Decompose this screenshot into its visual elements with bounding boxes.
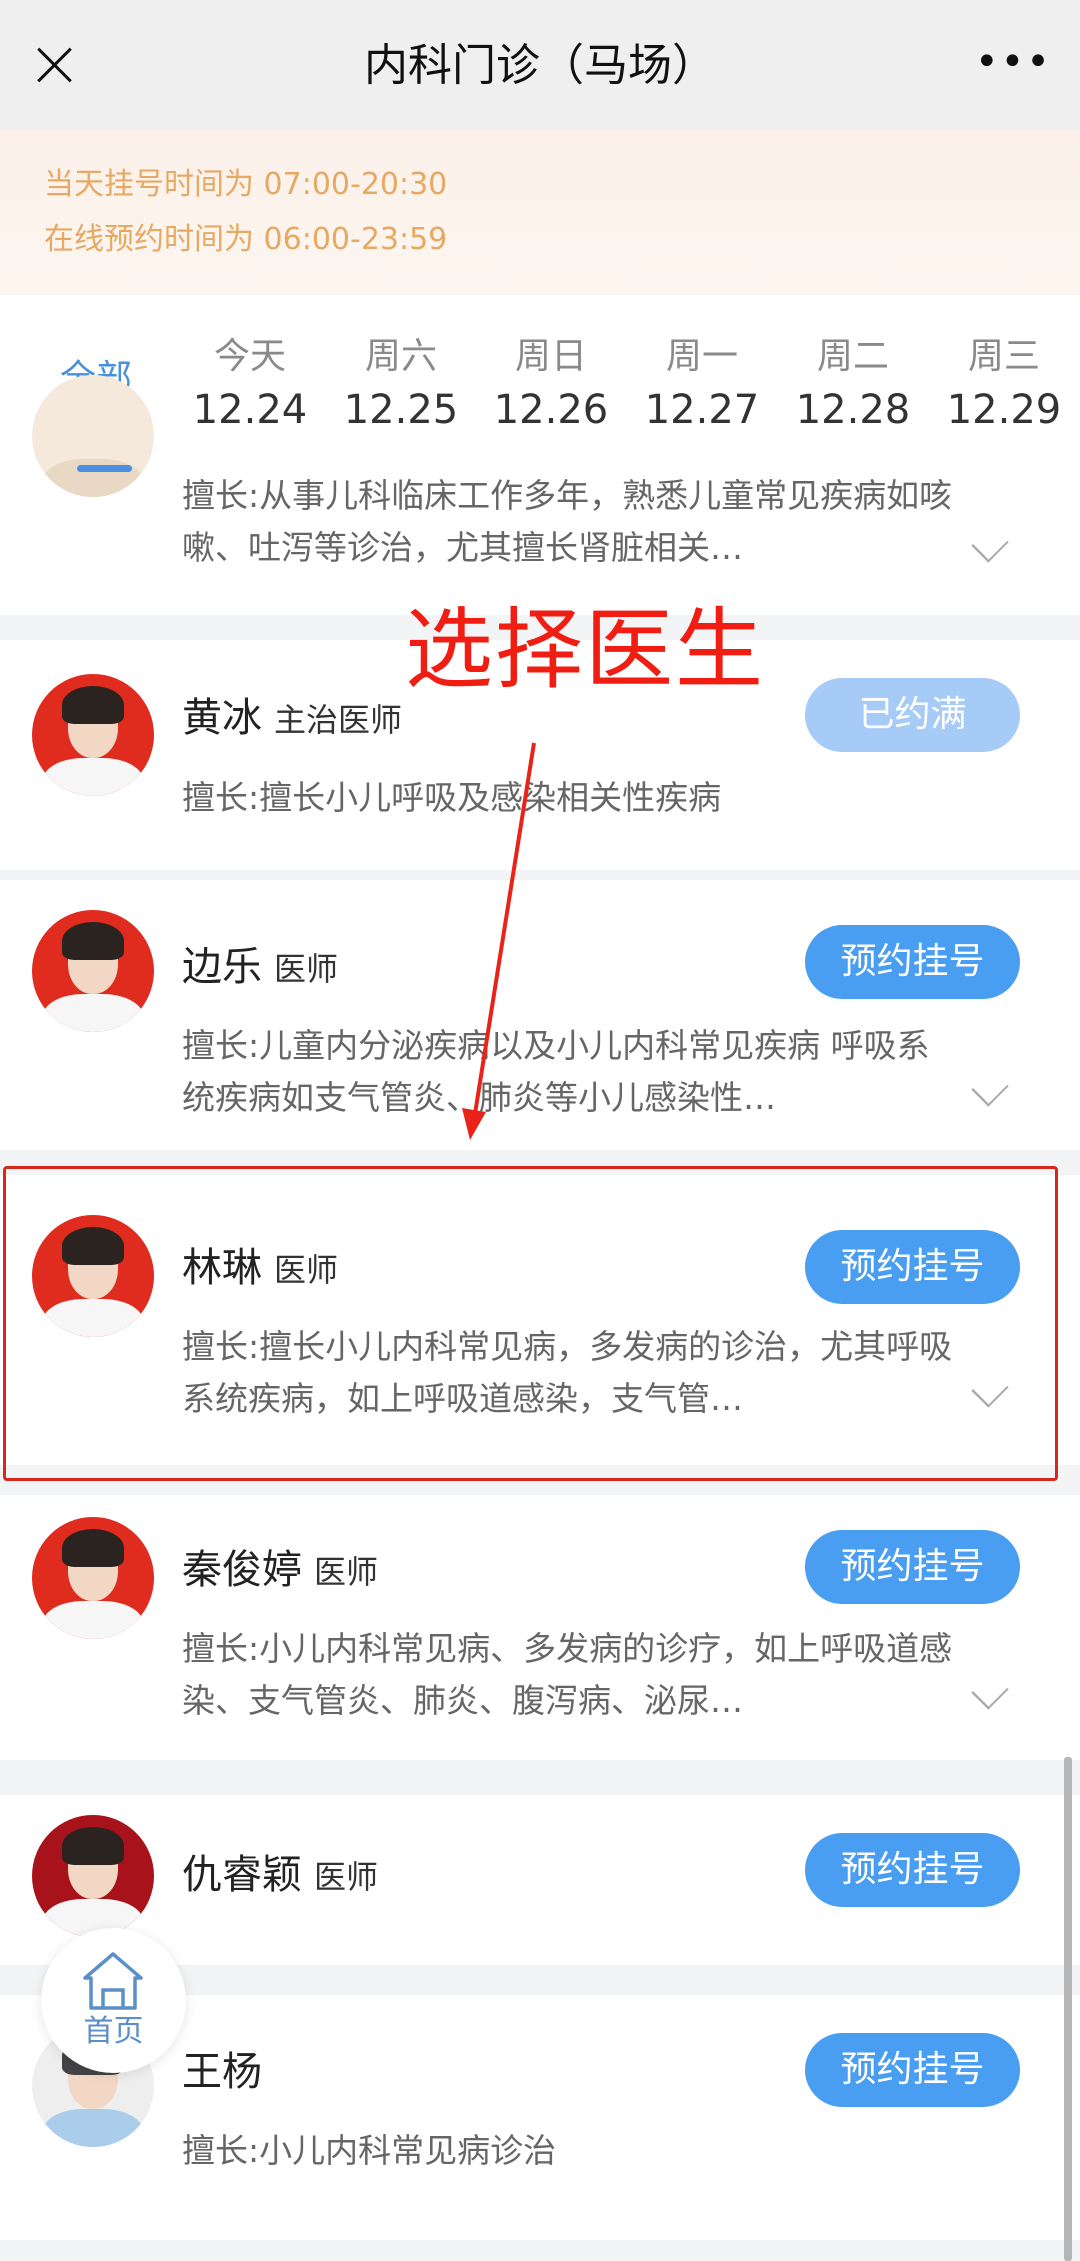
avatar (32, 674, 154, 796)
book-appointment-button[interactable]: 预约挂号 (805, 1530, 1020, 1604)
home-label: 首页 (83, 2014, 144, 2049)
doctor-name: 仇睿颖 医师 (182, 1850, 378, 1902)
tab-day[interactable]: 今天 12.24 (175, 295, 325, 435)
tab-weekday: 周一 (665, 336, 738, 377)
chevron-down-icon[interactable] (971, 1069, 1009, 1107)
doctor-specialty: 擅长:从事儿科临床工作多年，熟悉儿童常见疾病如咳嗽、吐泻等诊治，尤其擅长肾脏相关… (182, 476, 953, 567)
doctor-card[interactable]: 边乐 医师 擅长:儿童内分泌疾病以及小儿内科常见疾病 呼吸系统疾病如支气管炎、肺炎… (0, 880, 1080, 1150)
book-appointment-button[interactable]: 预约挂号 (805, 925, 1020, 999)
doctor-name-text: 秦俊婷 (182, 1547, 302, 1593)
doctor-specialty: 擅长:小儿内科常见病诊治 (182, 2131, 557, 2170)
active-tab-indicator (77, 465, 132, 472)
doctor-name-text: 王杨 (182, 2049, 262, 2095)
tab-date: 12.28 (795, 387, 911, 433)
avatar (32, 1815, 154, 1937)
doctor-name: 秦俊婷 医师 (182, 1545, 378, 1597)
tab-date: 12.26 (493, 387, 609, 433)
scrollbar[interactable] (1064, 1757, 1072, 2261)
doctor-name-text: 黄冰 (182, 695, 262, 741)
doctor-name: 王杨 (182, 2047, 262, 2097)
tab-day[interactable]: 周六 12.25 (326, 295, 476, 435)
tab-date: 12.24 (192, 387, 308, 433)
home-button[interactable]: 首页 (41, 1928, 186, 2073)
chevron-down-icon[interactable] (971, 525, 1009, 563)
annotation-highlight-box (3, 1166, 1058, 1481)
tab-weekday: 今天 (213, 336, 286, 377)
doctor-rank: 医师 (274, 950, 339, 988)
online-booking-hours: 在线预约时间为 06:00-23:59 (44, 222, 448, 257)
doctor-rank: 主治医师 (274, 701, 403, 739)
doctor-name-text: 仇睿颖 (182, 1852, 302, 1898)
header-bar: 内科门诊（马场） ••• (0, 0, 1080, 130)
avatar (32, 375, 154, 497)
doctor-specialty: 擅长:小儿内科常见病、多发病的诊疗，如上呼吸道感染、支气管炎、肺炎、腹泻病、泌尿… (182, 1629, 953, 1720)
doctor-card[interactable]: 仇睿颖 医师 预约挂号 (0, 1795, 1080, 1965)
date-tabs: 全部 今天 12.24 周六 12.25 周日 12.26 周一 12.27 周… (0, 295, 1080, 470)
tab-day[interactable]: 周三 12.29 (929, 295, 1079, 435)
doctor-rank: 医师 (314, 1858, 379, 1896)
doctor-card[interactable]: 秦俊婷 医师 擅长:小儿内科常见病、多发病的诊疗，如上呼吸道感染、支气管炎、肺炎、… (0, 1495, 1080, 1760)
chevron-down-icon[interactable] (971, 1672, 1009, 1710)
doctor-card[interactable]: 擅长:从事儿科临床工作多年，熟悉儿童常见疾病如咳嗽、吐泻等诊治，尤其擅长肾脏相关… (0, 375, 1080, 615)
tab-date: 12.25 (343, 387, 459, 433)
tab-date: 12.29 (946, 387, 1062, 433)
fully-booked-button[interactable]: 已约满 (805, 678, 1020, 752)
tab-day[interactable]: 周二 12.28 (778, 295, 928, 435)
avatar (32, 1517, 154, 1639)
doctor-rank: 医师 (314, 1553, 379, 1591)
tab-weekday: 周三 (967, 336, 1040, 377)
page: 内科门诊（马场） ••• 当天挂号时间为 07:00-20:30 在线预约时间为… (0, 0, 1080, 2261)
tab-weekday: 周六 (364, 336, 437, 377)
tab-day[interactable]: 周日 12.26 (476, 295, 626, 435)
notice-banner: 当天挂号时间为 07:00-20:30 在线预约时间为 06:00-23:59 (0, 130, 1080, 295)
book-appointment-button[interactable]: 预约挂号 (805, 2033, 1020, 2107)
doctor-name-text: 边乐 (182, 944, 262, 990)
tab-date: 12.27 (644, 387, 760, 433)
avatar (32, 910, 154, 1032)
doctor-name: 边乐 医师 (182, 942, 338, 994)
doctor-specialty: 擅长:儿童内分泌疾病以及小儿内科常见疾病 呼吸系统疾病如支气管炎、肺炎等小儿感染… (182, 1026, 930, 1117)
doctor-name: 黄冰 主治医师 (182, 693, 402, 745)
book-appointment-button[interactable]: 预约挂号 (805, 1833, 1020, 1907)
home-icon (83, 1952, 143, 2010)
tab-day[interactable]: 周一 12.27 (627, 295, 777, 435)
tab-weekday: 周二 (816, 336, 889, 377)
more-dots-icon[interactable]: ••• (975, 42, 1050, 82)
registration-hours: 当天挂号时间为 07:00-20:30 (44, 167, 448, 202)
annotation-label: 选择医生 (405, 598, 766, 701)
doctor-specialty: 擅长:擅长小儿呼吸及感染相关性疾病 (182, 778, 722, 817)
page-title: 内科门诊（马场） (364, 40, 716, 91)
tab-weekday: 周日 (514, 336, 587, 377)
